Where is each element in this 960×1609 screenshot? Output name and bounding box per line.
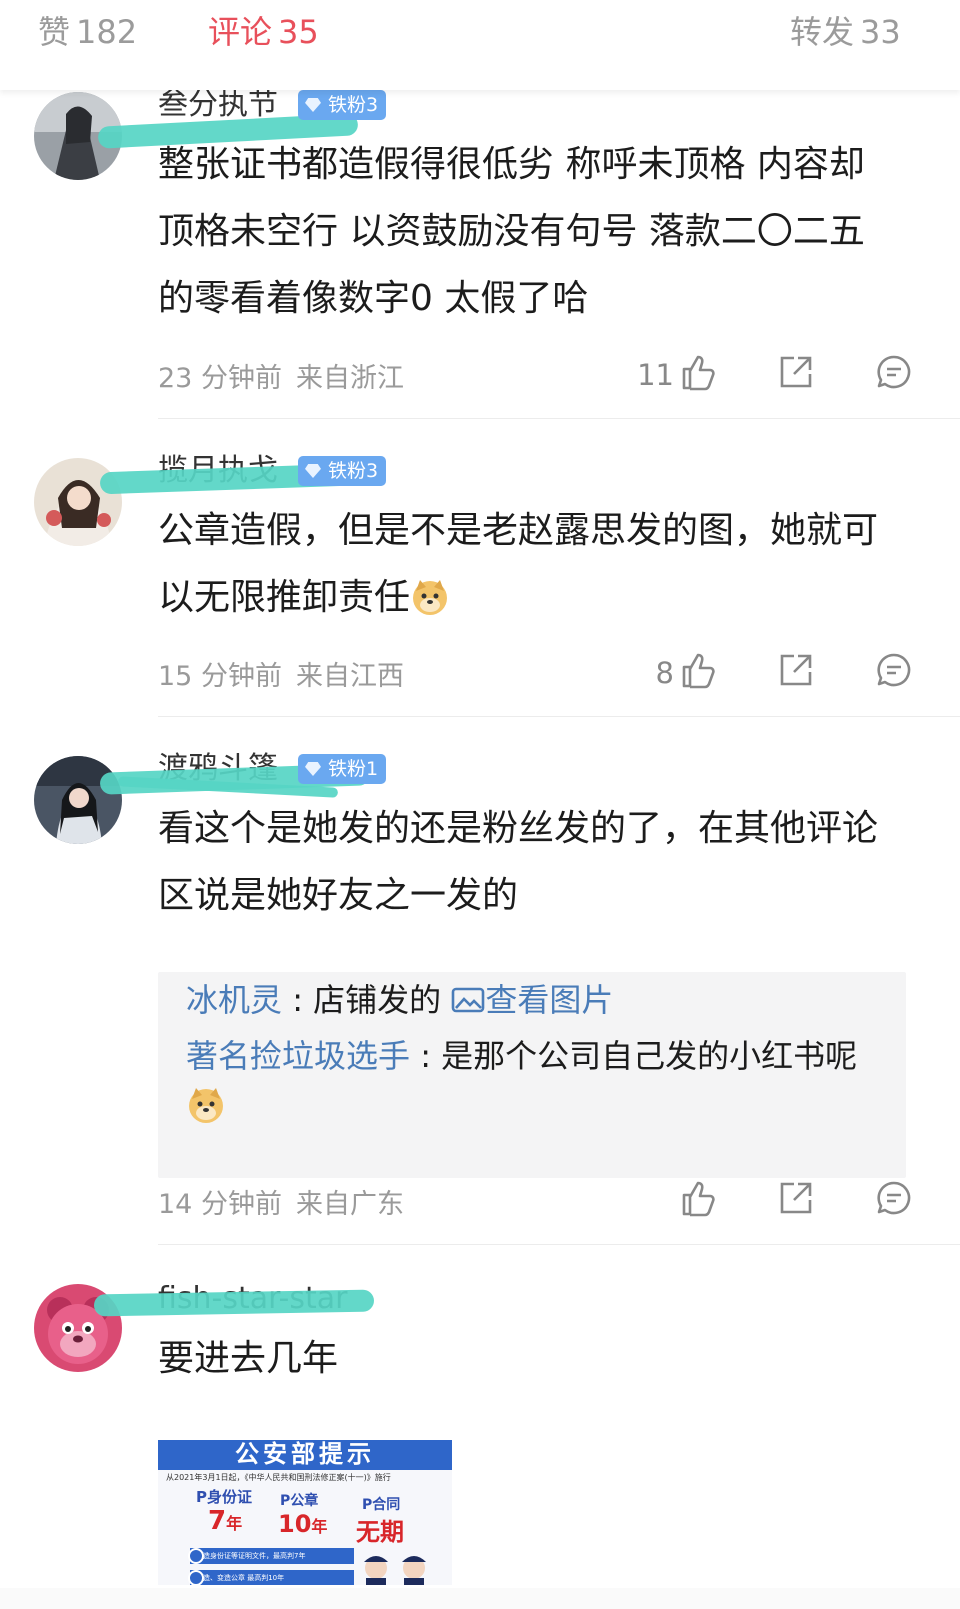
like-count: 11 — [637, 358, 674, 392]
tab-likes[interactable]: 赞 182 — [38, 10, 137, 54]
poster-title: 公安部提示 — [235, 1440, 375, 1468]
poster-row: 伪造、变造公章 最高判10年 — [190, 1570, 354, 1585]
reply-username[interactable]: 著名捡垃圾选手 — [186, 1037, 410, 1075]
fan-badge-label: 铁粉1 — [328, 758, 379, 780]
comment-text: 整张证书都造假得很低劣 称呼未顶格 内容却 顶格未空行 以资鼓励没有句号 落款二… — [158, 131, 918, 332]
comment-text-line: 顶格未空行 以资鼓励没有句号 落款二〇二五 — [158, 211, 865, 252]
comment-actions: 11 — [620, 352, 920, 396]
poster-penalty: 10年 — [278, 1510, 327, 1538]
avatar[interactable] — [34, 756, 122, 844]
fan-badge-label: 铁粉3 — [328, 460, 379, 482]
tab-bar: 赞 182 评论 35 转发 33 — [0, 0, 960, 90]
like-icon[interactable] — [678, 352, 718, 392]
fan-badge: 铁粉3 — [298, 90, 387, 120]
like-icon[interactable] — [678, 1178, 718, 1218]
reply-icon[interactable] — [874, 352, 914, 392]
comment-location: 来自广东 — [295, 1189, 404, 1220]
tab-comments[interactable]: 评论 35 — [208, 10, 319, 54]
like-icon[interactable] — [678, 650, 718, 690]
reply-separator: : — [420, 1037, 431, 1075]
poster-label: P公章 — [280, 1493, 319, 1509]
reply-text: 是那个公司自己发的小红书呢 — [441, 1037, 858, 1075]
fan-badge: 铁粉1 — [298, 754, 387, 784]
tab-comments-count: 35 — [278, 13, 319, 51]
reply-icon[interactable] — [874, 650, 914, 690]
poster-bullet — [188, 1548, 204, 1564]
divider — [158, 418, 960, 419]
poster-penalty-value: 7 — [208, 1506, 227, 1536]
reply-emoji-line — [186, 1084, 226, 1128]
divider — [158, 1244, 960, 1245]
comment-meta: 15 分钟前 来自江西 — [158, 654, 404, 693]
next-item-edge — [0, 1588, 960, 1609]
poster-penalty-unit: 年 — [311, 1517, 328, 1536]
poster-label: P合同 — [362, 1497, 401, 1513]
like-count: 8 — [655, 656, 674, 690]
comment-text: 看这个是她发的还是粉丝发的了，在其他评论 区说是她好友之一发的 — [158, 795, 918, 929]
diamond-icon — [305, 464, 321, 478]
poster-penalty: 7年 — [208, 1506, 242, 1536]
poster-penalty-value: 无期 — [356, 1518, 404, 1546]
comment-text-line: 公章造假，但是不是老赵露思发的图，她就可 — [158, 510, 879, 551]
comment-actions — [620, 1178, 920, 1222]
view-image-link[interactable]: 查看图片 — [451, 981, 613, 1019]
reply-text: 店铺发的 — [313, 981, 442, 1019]
comment-text-line: 以无限推卸责任 — [158, 564, 918, 631]
reply-item: 著名捡垃圾选手 : 是那个公司自己发的小红书呢 — [186, 1034, 857, 1078]
reply-icon[interactable] — [874, 1178, 914, 1218]
police-cartoon-icon — [364, 1556, 426, 1585]
doge-emoji-icon — [189, 1088, 223, 1123]
reply-preview-box[interactable]: 冰机灵 : 店铺发的 查看图片 著名捡垃圾选手 : 是那个公司自己发的小红书呢 — [158, 972, 906, 1178]
poster-penalty-value: 10 — [278, 1510, 312, 1538]
comment-text-line: 看这个是她发的还是粉丝发的了，在其他评论 — [158, 808, 879, 849]
comment-text: 要进去几年 — [158, 1325, 918, 1392]
doge-emoji-icon — [413, 580, 448, 615]
tab-comments-label: 评论 — [208, 13, 273, 51]
tab-reposts[interactable]: 转发 33 — [790, 10, 901, 54]
poster-header: 公安部提示 — [158, 1440, 452, 1470]
comment-text-line: 整张证书都造假得很低劣 称呼未顶格 内容却 — [158, 144, 865, 185]
username[interactable]: 叁分执节 — [158, 88, 278, 122]
comment-text-line: 要进去几年 — [158, 1338, 339, 1379]
poster-penalty-unit: 年 — [226, 1514, 243, 1533]
comment-meta: 23 分钟前 来自浙江 — [158, 356, 404, 395]
poster-label: P身份证 — [196, 1488, 252, 1506]
reply-item: 冰机灵 : 店铺发的 查看图片 — [186, 978, 613, 1022]
comment-time: 14 分钟前 — [158, 1189, 282, 1220]
divider — [158, 716, 960, 717]
share-icon[interactable] — [776, 650, 816, 690]
poster-bullet — [188, 1570, 204, 1585]
reply-username[interactable]: 冰机灵 — [186, 981, 282, 1019]
fan-badge: 铁粉3 — [298, 456, 387, 486]
fan-badge-label: 铁粉3 — [328, 94, 379, 116]
tab-reposts-label: 转发 — [790, 13, 855, 51]
comment-text-fragment: 以无限推卸责任 — [158, 577, 411, 618]
comment-location: 来自浙江 — [295, 363, 404, 394]
tab-likes-count: 182 — [76, 13, 138, 51]
comment-text-line: 区说是她好友之一发的 — [158, 875, 519, 916]
image-icon — [452, 987, 485, 1013]
comment-time: 15 分钟前 — [158, 661, 282, 692]
share-icon[interactable] — [776, 352, 816, 392]
diamond-icon — [305, 98, 321, 112]
diamond-icon — [305, 762, 321, 776]
comment-text: 公章造假，但是不是老赵露思发的图，她就可 以无限推卸责任 — [158, 497, 918, 631]
poster-row: 伪造身份证等证明文件，最高判7年 — [190, 1548, 354, 1564]
reply-separator: : — [292, 981, 303, 1019]
view-image-label: 查看图片 — [485, 981, 614, 1019]
tab-reposts-count: 33 — [860, 13, 901, 51]
comment-actions: 8 — [620, 650, 920, 694]
tab-likes-label: 赞 — [38, 13, 71, 51]
comment-location: 来自江西 — [295, 661, 404, 692]
comment-time: 23 分钟前 — [158, 363, 282, 394]
comment-meta: 14 分钟前 来自广东 — [158, 1182, 404, 1221]
poster-intro: 从2021年3月1日起，《中华人民共和国刑法修正案(十一)》施行 — [166, 1473, 391, 1482]
comment-text-line: 的零看着像数字0 太假了哈 — [158, 278, 589, 319]
share-icon[interactable] — [776, 1178, 816, 1218]
comment-image[interactable]: 公安部提示 从2021年3月1日起，《中华人民共和国刑法修正案(十一)》施行 P… — [158, 1440, 452, 1585]
